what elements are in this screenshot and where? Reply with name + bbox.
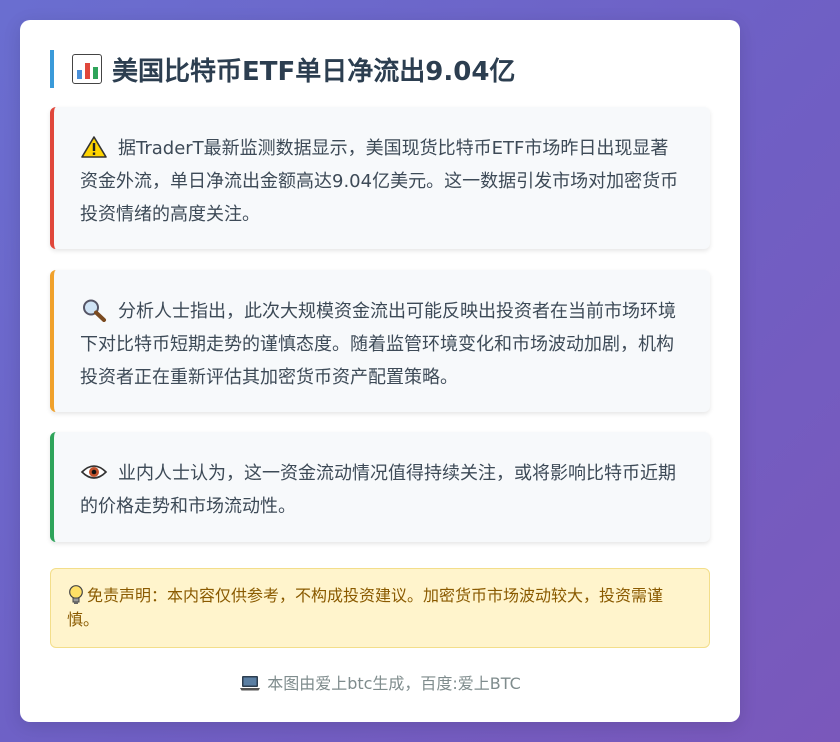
- disclaimer-text: 免责声明：本内容仅供参考，不构成投资建议。加密货币市场波动较大，投资需谨慎。: [67, 586, 664, 629]
- section-2-text: 分析人士指出，此次大规模资金流出可能反映出投资者在当前市场环境下对比特币短期走势…: [80, 301, 676, 388]
- section-3-paragraph: 业内人士认为，这一资金流动情况值得持续关注，或将影响比特币近期的价格走势和市场流…: [80, 457, 680, 523]
- section-3-text: 业内人士认为，这一资金流动情况值得持续关注，或将影响比特币近期的价格走势和市场流…: [80, 463, 676, 517]
- section-2-paragraph: 分析人士指出，此次大规模资金流出可能反映出投资者在当前市场环境下对比特币短期走势…: [80, 295, 680, 394]
- section-1-paragraph: 据TraderT最新监测数据显示，美国现货比特币ETF市场昨日出现显著资金外流，…: [80, 132, 680, 231]
- footer: 本图由爱上btc生成，百度:爱上BTC: [20, 670, 740, 694]
- footer-text: 本图由爱上btc生成，百度:爱上BTC: [267, 674, 521, 693]
- page-title: 美国比特币ETF单日净流出9.04亿: [50, 50, 515, 88]
- section-3-box: 业内人士认为，这一资金流动情况值得持续关注，或将影响比特币近期的价格走势和市场流…: [50, 432, 710, 542]
- disclaimer-box: 免责声明：本内容仅供参考，不构成投资建议。加密货币市场波动较大，投资需谨慎。: [50, 568, 710, 648]
- section-1-box: 据TraderT最新监测数据显示，美国现货比特币ETF市场昨日出现显著资金外流，…: [50, 107, 710, 249]
- laptop-icon: [240, 676, 261, 691]
- title-text: 美国比特币ETF单日净流出9.04亿: [112, 56, 516, 87]
- section-2-box: 分析人士指出，此次大规模资金流出可能反映出投资者在当前市场环境下对比特币短期走势…: [50, 270, 710, 412]
- eye-icon: [80, 465, 108, 479]
- section-1-text: 据TraderT最新监测数据显示，美国现货比特币ETF市场昨日出现显著资金外流，…: [80, 138, 679, 225]
- warning-icon: [81, 136, 107, 158]
- magnifier-icon: [83, 299, 106, 322]
- bar-chart-icon: [72, 54, 102, 84]
- news-card: 美国比特币ETF单日净流出9.04亿 据TraderT最新监测数据显示，美国现货…: [20, 20, 740, 722]
- lightbulb-icon: [69, 585, 83, 604]
